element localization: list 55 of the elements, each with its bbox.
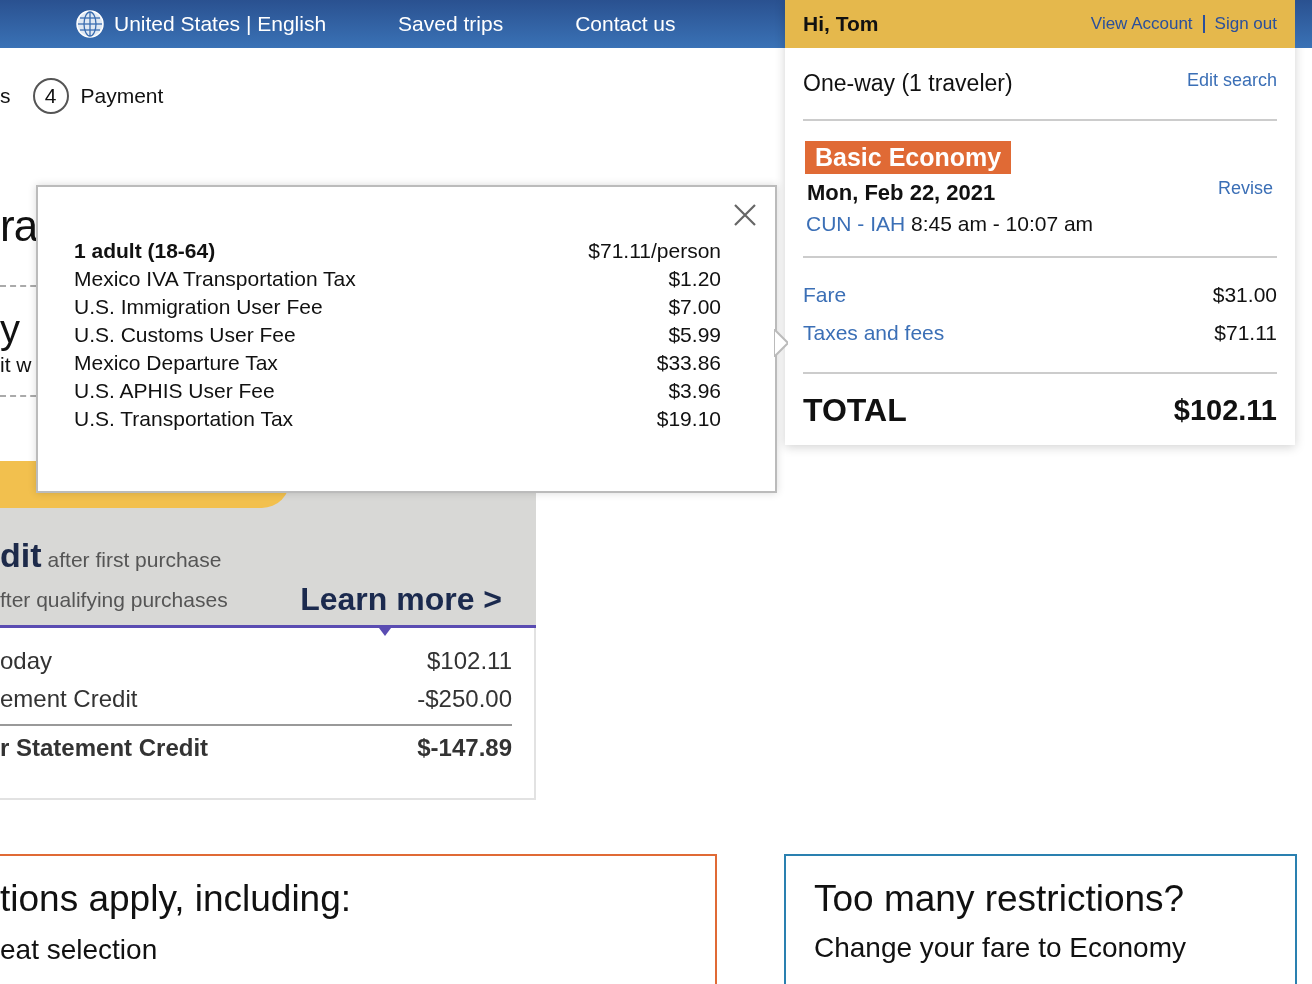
row-label: ement Credit — [0, 685, 138, 713]
passenger-label: 1 adult (18-64) — [74, 238, 216, 264]
row-label: r Statement Credit — [0, 734, 209, 762]
box-title: tions apply, including: — [0, 878, 353, 920]
fee-value: $19.10 — [656, 406, 721, 432]
price-value: $31.00 — [1212, 283, 1277, 307]
flight-times: 8:45 am - 10:07 am — [911, 212, 1094, 235]
globe-icon — [76, 10, 104, 38]
trip-type: One-way (1 traveler) — [803, 70, 1013, 97]
page-heading: ra — [0, 200, 38, 252]
route-link[interactable]: CUN - IAH — [806, 212, 906, 235]
step-number: 4 — [32, 78, 69, 114]
fee-label: U.S. Transportation Tax — [74, 406, 294, 432]
nav-link[interactable]: Contact us — [575, 12, 676, 36]
learn-more-link[interactable]: Learn more > — [300, 581, 502, 618]
revise-link[interactable]: Revise — [1217, 178, 1273, 199]
fee-value: $1.20 — [668, 266, 721, 292]
fee-value: $7.00 — [668, 294, 721, 320]
box-item: eat selection — [0, 934, 159, 966]
per-person-price: $71.11/person — [588, 238, 721, 264]
step-label: s — [0, 84, 11, 108]
fee-label: Mexico IVA Transportation Tax — [74, 266, 356, 292]
close-icon[interactable] — [733, 203, 757, 227]
row-value: -$250.00 — [417, 685, 512, 713]
fare-class-badge: Basic Economy — [805, 141, 1012, 174]
total-label: TOTAL — [803, 392, 907, 429]
fee-label: U.S. Customs User Fee — [74, 322, 296, 348]
price-value: $71.11 — [1214, 321, 1277, 345]
row-value: $-147.89 — [417, 734, 512, 762]
edit-search-link[interactable]: Edit search — [1186, 70, 1277, 91]
ad-headline: dit — [0, 536, 42, 575]
price-link[interactable]: Taxes and fees — [803, 321, 945, 345]
fee-label: U.S. APHIS User Fee — [74, 378, 275, 404]
fee-value: $33.86 — [656, 350, 721, 376]
flight-date: Mon, Feb 22, 2021 — [807, 180, 997, 206]
box-text: Change your fare to Economy — [814, 932, 1187, 964]
fee-value: $5.99 — [668, 322, 721, 348]
ad-text: fter qualifying purchases — [0, 587, 228, 612]
box-title: Too many restrictions? — [814, 878, 1186, 920]
greeting: Hi, Tom — [803, 12, 879, 36]
total-value: $102.11 — [1173, 394, 1277, 427]
fee-label: Mexico Departure Tax — [74, 350, 278, 376]
row-label: oday — [0, 647, 53, 675]
section-heading: y — [0, 307, 20, 351]
account-link[interactable]: Sign out — [1214, 14, 1277, 34]
section-text: it w — [0, 353, 32, 377]
account-link[interactable]: View Account — [1090, 14, 1193, 34]
ad-text: after first purchase — [47, 548, 222, 572]
fee-value: $3.96 — [668, 378, 721, 404]
fee-label: U.S. Immigration User Fee — [74, 294, 323, 320]
step-label: Payment — [80, 84, 164, 108]
nav-link[interactable]: Saved trips — [398, 12, 504, 36]
locale-link[interactable]: United States | English — [114, 12, 327, 36]
price-link[interactable]: Fare — [803, 283, 847, 307]
row-value: $102.11 — [427, 647, 512, 675]
